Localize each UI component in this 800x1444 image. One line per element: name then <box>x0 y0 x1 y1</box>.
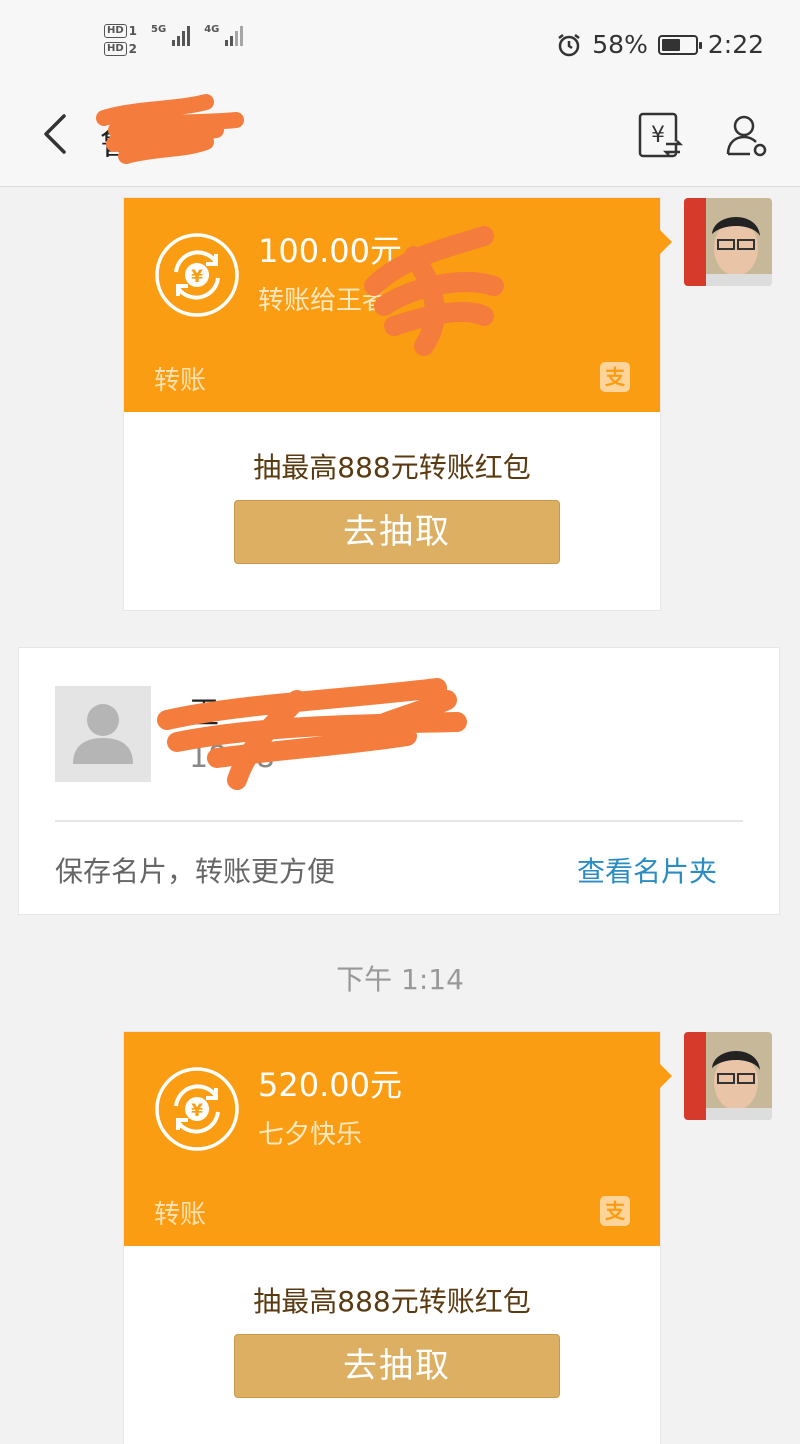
transfer-header[interactable]: ¥ 520.00元 七夕快乐 转账 支 <box>124 1032 672 1246</box>
avatar-photo <box>684 198 772 286</box>
sim2-indicator: HD 2 <box>104 42 137 56</box>
card-divider <box>55 820 743 822</box>
transfer-yuan-icon: ¥ <box>155 233 239 317</box>
transfer-type-label: 转账 <box>154 1200 207 1230</box>
redaction-scribble <box>96 94 244 164</box>
transfer-type-label: 转账 <box>154 366 207 396</box>
draw-button[interactable]: 去抽取 <box>234 500 560 564</box>
transfer-yuan-icon: ¥ <box>155 1067 239 1151</box>
network-type-4g: 4G <box>204 24 220 35</box>
avatar-photo <box>684 1032 772 1120</box>
sim1-indicator: HD 1 <box>104 24 137 38</box>
transfer-message[interactable]: ¥ 100.00元 转账给王者 转账 支 抽最高888元转账红包 去抽取 <box>124 198 672 610</box>
alipay-logo-icon: 支 <box>600 362 630 392</box>
transfer-remark: 七夕快乐 <box>258 1120 363 1150</box>
network-type-5g: 5G <box>151 24 167 35</box>
transfer-promo: 抽最高888元转账红包 去抽取 <box>124 412 660 610</box>
sim-indicators: HD 1 HD 2 <box>104 24 137 56</box>
transfer-message[interactable]: ¥ 520.00元 七夕快乐 转账 支 抽最高888元转账红包 去抽取 <box>124 1032 672 1444</box>
contact-card[interactable]: 王 18 38 保存名片，转账更方便 查看名片夹 <box>18 647 780 915</box>
default-user-icon <box>73 704 133 764</box>
transfer-record-icon[interactable]: ¥ <box>636 110 684 160</box>
transfer-amount: 520.00元 <box>258 1066 402 1104</box>
user-settings-icon[interactable] <box>722 110 770 160</box>
my-avatar[interactable] <box>684 1032 772 1120</box>
promo-text: 抽最高888元转账红包 <box>253 451 531 484</box>
draw-button[interactable]: 去抽取 <box>234 1334 560 1398</box>
my-avatar[interactable] <box>684 198 772 286</box>
redaction-scribble <box>364 226 504 356</box>
alipay-logo-icon: 支 <box>600 1196 630 1226</box>
status-right: 58% 2:22 <box>556 30 764 59</box>
message-timestamp: 下午 1:14 <box>336 963 464 996</box>
svg-text:¥: ¥ <box>651 123 665 148</box>
status-bar: HD 1 HD 2 5G 4G 58% 2:22 <box>0 0 800 90</box>
battery-fill <box>661 38 681 51</box>
signal-bars-icon <box>225 24 244 46</box>
view-card-folder-link[interactable]: 查看名片夹 <box>577 850 717 890</box>
redaction-scribble <box>157 678 467 790</box>
signal-bars-icon <box>172 24 191 46</box>
save-card-tip: 保存名片，转账更方便 <box>55 855 336 888</box>
contact-avatar <box>55 686 151 782</box>
transfer-header[interactable]: ¥ 100.00元 转账给王者 转账 支 <box>124 198 672 412</box>
signal-4g: 4G <box>204 24 244 46</box>
alarm-icon <box>558 33 581 56</box>
battery-icon <box>657 34 702 55</box>
svg-text:¥: ¥ <box>191 267 203 287</box>
hd2-badge: HD <box>104 42 127 56</box>
hd1-badge: HD <box>104 24 127 38</box>
promo-text: 抽最高888元转账红包 <box>253 1285 531 1318</box>
clock: 2:22 <box>707 30 764 59</box>
back-arrow-icon[interactable] <box>38 112 78 156</box>
transfer-promo: 抽最高888元转账红包 去抽取 <box>124 1246 660 1444</box>
network-indicators: HD 1 HD 2 5G 4G <box>104 24 244 56</box>
svg-text:¥: ¥ <box>191 1101 203 1121</box>
chat-header: 鲁 ¥ <box>0 90 800 187</box>
signal-5g: 5G <box>151 24 191 46</box>
battery-percent: 58% <box>592 30 648 59</box>
